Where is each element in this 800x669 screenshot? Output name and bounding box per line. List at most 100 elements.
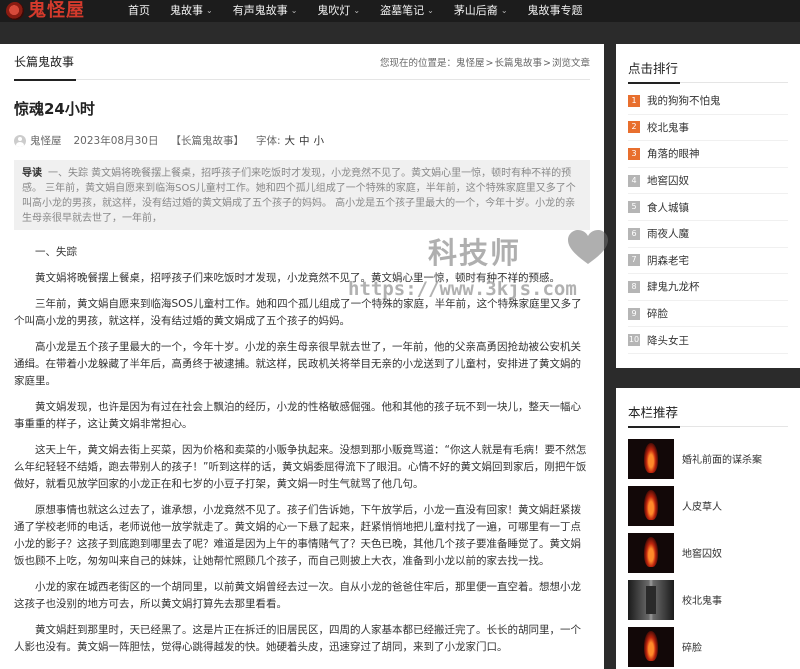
recommend-thumbnail[interactable] — [628, 532, 674, 573]
recommend-thumbnail[interactable] — [628, 485, 674, 526]
ranking-item-label: 我的狗狗不怕鬼 — [647, 95, 721, 108]
logo-text: 鬼怪屋 — [28, 0, 85, 21]
recommend-item[interactable]: 婚礼前面的谋杀案 — [628, 435, 788, 482]
article-meta: 鬼怪屋 2023年08月30日 【长篇鬼故事】 字体: 大 中 小 — [14, 133, 590, 148]
ranking-item[interactable]: 2 校北鬼事 — [628, 115, 788, 142]
author-icon — [14, 134, 26, 147]
breadcrumb-current: 浏览文章 — [551, 57, 590, 69]
rank-number: 8 — [628, 280, 640, 293]
recommend-item-label: 婚礼前面的谋杀案 — [682, 455, 762, 466]
article-card: 长篇鬼故事 您现在的位置是：鬼怪屋>长篇鬼故事>浏览文章 惊魂24小时 鬼怪屋 … — [0, 44, 604, 669]
rank-number: 2 — [628, 121, 640, 134]
publish-date: 2023年08月30日 — [73, 135, 159, 147]
rank-number: 1 — [628, 94, 640, 107]
chevron-down-icon: ⌄ — [206, 6, 213, 15]
font-size-medium[interactable]: 中 — [299, 133, 310, 148]
ranking-item[interactable]: 9 碎脸 — [628, 301, 788, 328]
recommend-item-label: 地窖囚奴 — [682, 549, 722, 560]
nav-item-label: 茅山后裔 — [453, 4, 498, 17]
nav-item-label: 有声鬼故事 — [232, 4, 288, 17]
font-size-small[interactable]: 小 — [314, 133, 325, 148]
ranking-item[interactable]: 6 雨夜人魔 — [628, 221, 788, 248]
ranking-item-label: 雨夜人魔 — [647, 228, 689, 241]
nav-item-label: 鬼故事专题 — [527, 4, 583, 17]
article-category-link[interactable]: 【长篇鬼故事】 — [170, 133, 244, 148]
nav-item-label: 鬼吹灯 — [317, 4, 351, 17]
ranking-item[interactable]: 7 阴森老宅 — [628, 248, 788, 275]
breadcrumb-link-category[interactable]: 长篇鬼故事 — [495, 58, 543, 69]
nav-item[interactable]: 鬼故事 ⌄ — [160, 0, 223, 22]
nav-item-label: 鬼故事 — [170, 4, 203, 17]
recommend-item-label: 人皮草人 — [682, 502, 722, 513]
rank-number: 9 — [628, 307, 640, 320]
article-paragraph: 黄文娟将晚餐摆上餐桌，招呼孩子们来吃饭时才发现，小龙竟然不见了。黄文娟心里一惊，… — [35, 272, 560, 284]
breadcrumb: 您现在的位置是：鬼怪屋>长篇鬼故事>浏览文章 — [380, 55, 590, 69]
recommend-item[interactable]: 人皮草人 — [628, 482, 788, 529]
nav-item[interactable]: 盗墓笔记 ⌄ — [370, 0, 444, 22]
nav-item[interactable]: 茅山后裔 ⌄ — [444, 0, 518, 22]
ranking-item[interactable]: 5 食人城镇 — [628, 194, 788, 221]
ranking-title-bar: 点击排行 — [628, 44, 788, 84]
recommend-item[interactable]: 校北鬼事 — [628, 576, 788, 623]
recommend-item-label: 碎脸 — [682, 643, 702, 654]
ranking-list: 1 我的狗狗不怕鬼 2 校北鬼事 3 角落的眼神 4 地窖囚奴 5 食人城镇 6 雨夜人魔 7 阴森老宅 8… — [628, 88, 788, 354]
ranking-item-label: 校北鬼事 — [647, 121, 689, 134]
article-title: 惊魂24小时 — [14, 100, 95, 118]
breadcrumb-link-home[interactable]: 鬼怪屋 — [456, 58, 485, 69]
nav-item-label: 盗墓笔记 — [380, 4, 425, 17]
ranking-item[interactable]: 3 角落的眼神 — [628, 141, 788, 168]
rank-number: 3 — [628, 147, 640, 160]
chevron-down-icon: ⌄ — [290, 6, 298, 15]
section-heading: 一、失踪 — [35, 246, 77, 258]
recommend-panel: 本栏推荐 婚礼前面的谋杀案 人皮草人地窖囚奴校北鬼事碎脸 — [616, 388, 800, 669]
ranking-item[interactable]: 1 我的狗狗不怕鬼 — [628, 88, 788, 115]
ranking-item-label: 碎脸 — [647, 308, 668, 321]
recommend-item-label: 校北鬼事 — [682, 596, 722, 607]
lead-text: 一、失踪 黄文娟将晚餐摆上餐桌，招呼孩子们来吃饭时才发现，小龙竟然不见了。黄文娟… — [22, 168, 576, 224]
breadcrumb-separator: > — [543, 57, 551, 69]
ranking-panel: 点击排行 1 我的狗狗不怕鬼 2 校北鬼事 3 角落的眼神 4 地窖囚奴 5 食人城镇 6 雨夜人魔 7… — [616, 44, 800, 368]
article-lead: 导读 一、失踪 黄文娟将晚餐摆上餐桌，招呼孩子们来吃饭时才发现，小龙竟然不见了。黄… — [14, 160, 590, 230]
recommend-list: 婚礼前面的谋杀案 人皮草人地窖囚奴校北鬼事碎脸 — [628, 435, 788, 669]
article-body: 一、失踪黄文娟将晚餐摆上餐桌，招呼孩子们来吃饭时才发现，小龙竟然不见了。黄文娟心… — [14, 244, 590, 656]
rank-number: 6 — [628, 227, 640, 240]
rank-number: 5 — [628, 201, 640, 214]
ranking-item[interactable]: 10 降头女王 — [628, 327, 788, 354]
article-paragraph: 黄文娟发现，也许是因为有过在社会上飘泊的经历，小龙的性格敏感倔强。他和其他的孩子… — [14, 401, 581, 430]
ranking-item-label: 降头女王 — [647, 334, 689, 347]
breadcrumb-separator: > — [485, 57, 494, 69]
recommend-title-bar: 本栏推荐 — [628, 388, 788, 428]
ranking-item-label: 食人城镇 — [647, 201, 689, 214]
nav-item-label: 首页 — [128, 4, 150, 17]
recommend-item[interactable]: 碎脸 — [628, 623, 788, 669]
rank-number: 10 — [628, 334, 640, 347]
rank-number: 4 — [628, 174, 640, 187]
site-logo[interactable]: 鬼怪屋 — [0, 0, 118, 22]
font-size-large[interactable]: 大 — [285, 133, 296, 148]
font-size-label: 字体: — [255, 135, 281, 147]
nav-menu: 首页 鬼故事 ⌄ 有声鬼故事 ⌄ 鬼吹灯 ⌄ 盗墓笔记 ⌄ 茅山后裔 ⌄ 鬼故事专题 — [118, 0, 593, 22]
lead-label: 导读 — [22, 168, 42, 179]
recommend-thumbnail[interactable] — [628, 579, 674, 620]
nav-item[interactable]: 有声鬼故事 ⌄ — [223, 0, 308, 22]
recommend-thumbnail[interactable] — [628, 626, 674, 667]
recommend-thumbnail[interactable] — [628, 438, 674, 479]
ranking-item-label: 角落的眼神 — [647, 148, 700, 161]
article-card-header: 长篇鬼故事 您现在的位置是：鬼怪屋>长篇鬼故事>浏览文章 — [14, 44, 590, 81]
recommend-item[interactable]: 地窖囚奴 — [628, 529, 788, 576]
rank-number: 7 — [628, 254, 640, 267]
nav-item[interactable]: 鬼吹灯 ⌄ — [307, 0, 370, 22]
nav-item[interactable]: 首页 — [118, 0, 160, 22]
ranking-item[interactable]: 4 地窖囚奴 — [628, 168, 788, 195]
logo-mark-icon — [6, 2, 24, 20]
ranking-item-label: 阴森老宅 — [647, 254, 689, 267]
article-paragraph: 高小龙是五个孩子里最大的一个，今年十岁。小龙的亲生母亲很早就去世了，一年前，他的… — [14, 341, 581, 387]
nav-item[interactable]: 鬼故事专题 — [518, 0, 593, 22]
chevron-down-icon: ⌄ — [353, 6, 361, 15]
breadcrumb-prefix: 您现在的位置是： — [380, 57, 457, 69]
ranking-item-label: 地窖囚奴 — [647, 175, 689, 188]
article-paragraph: 小龙的家在城西老街区的一个胡同里，以前黄文娟曾经去过一次。自从小龙的爸爸住牢后，… — [14, 581, 581, 610]
ranking-item[interactable]: 8 肆鬼九龙杯 — [628, 274, 788, 301]
author-name[interactable]: 鬼怪屋 — [30, 133, 62, 148]
article-paragraph: 这天上午，黄文娟去街上买菜，因为价格和卖菜的小贩争执起来。没想到那小贩竟骂道：“… — [14, 444, 587, 490]
